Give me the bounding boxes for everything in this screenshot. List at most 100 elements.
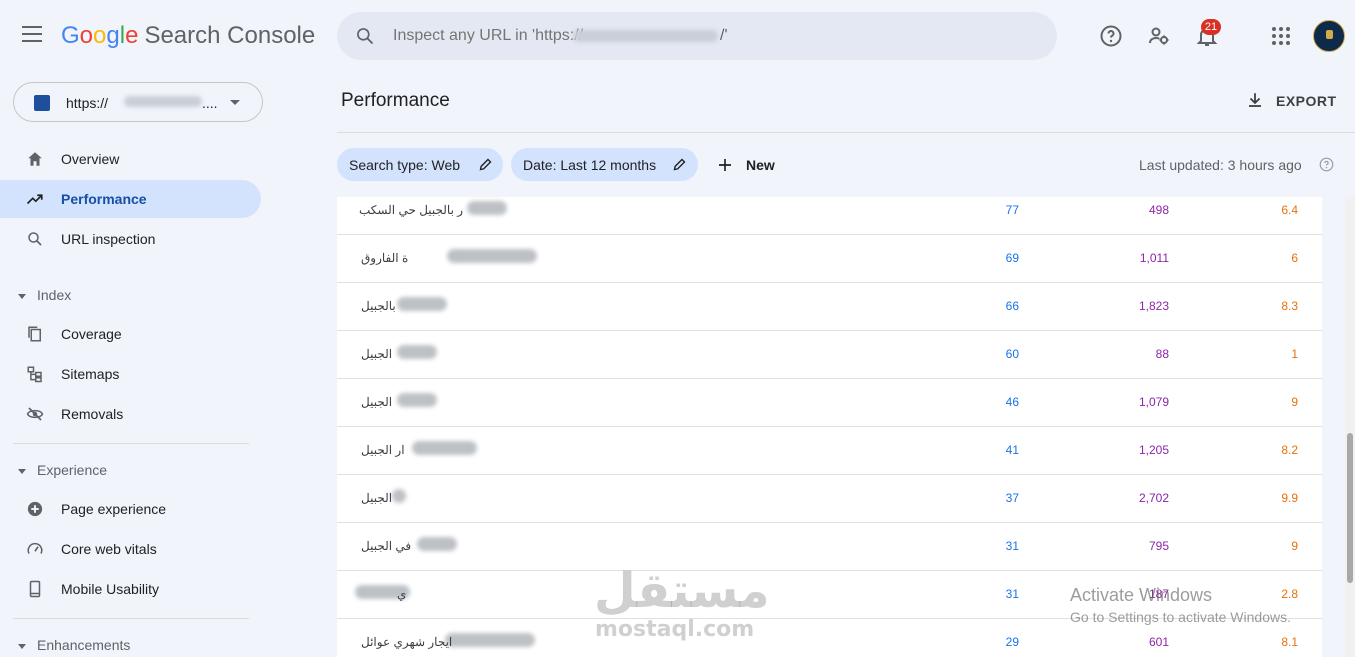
app-logo[interactable]: Google Search Console <box>61 22 315 50</box>
header-divider <box>337 132 1355 133</box>
logo-letter: e <box>125 22 139 49</box>
top-bar: GoogleSearch Console /' 21 <box>0 0 1355 72</box>
plus-circle-icon <box>27 501 43 517</box>
sidebar-item-core-web-vitals[interactable]: Core web vitals <box>0 530 261 568</box>
sidebar-item-label: Overview <box>61 151 120 167</box>
impressions-value: 601 <box>1148 635 1169 649</box>
clicks-value: 60 <box>1005 347 1019 361</box>
redacted-query <box>445 633 535 647</box>
redacted-query <box>397 297 447 311</box>
sidebar-divider <box>13 618 249 619</box>
sidebar-item-sitemaps[interactable]: Sitemaps <box>0 355 261 393</box>
account-avatar[interactable] <box>1313 20 1345 52</box>
table-row[interactable]: الجبيل 46 1,079 9 <box>337 379 1322 427</box>
phone-icon <box>29 580 41 598</box>
sidebar-item-removals[interactable]: Removals <box>0 395 261 433</box>
sidebar-item-overview[interactable]: Overview <box>0 140 261 178</box>
clicks-value: 41 <box>1005 443 1019 457</box>
activate-windows-subtitle: Go to Settings to activate Windows. <box>1070 609 1291 625</box>
query-text: بالجبيل <box>361 299 396 313</box>
query-text: ار الجبيل <box>361 443 405 457</box>
impressions-value: 1,205 <box>1138 443 1169 457</box>
table-row[interactable]: ر بالجبيل حي السكب 77 498 6.4 <box>337 197 1322 235</box>
impressions-value: 2,702 <box>1138 491 1169 505</box>
property-url-tail: .... <box>202 95 218 111</box>
impressions-value: 88 <box>1155 347 1169 361</box>
redacted-query <box>397 393 437 407</box>
watermark-logo: مستقل <box>594 563 770 619</box>
redacted-query <box>417 537 457 551</box>
help-circle-icon[interactable] <box>1319 157 1334 172</box>
position-value: 9.9 <box>1281 491 1298 505</box>
sidebar-item-label: URL inspection <box>61 231 156 247</box>
impressions-value: 1,823 <box>1138 299 1169 313</box>
redacted-query <box>392 489 406 503</box>
manage-users-icon[interactable] <box>1147 24 1171 48</box>
table-row[interactable]: ة الفاروق 69 1,011 6 <box>337 235 1322 283</box>
activate-windows-title: Activate Windows <box>1070 585 1213 605</box>
main-menu-icon[interactable] <box>22 26 42 42</box>
table-row[interactable]: بالجبيل 66 1,823 8.3 <box>337 283 1322 331</box>
redacted-query <box>467 201 507 215</box>
clicks-value: 66 <box>1005 299 1019 313</box>
sidebar-item-label: Coverage <box>61 326 122 342</box>
sidebar-item-label: Page experience <box>61 501 167 517</box>
clicks-value: 77 <box>1005 203 1019 217</box>
product-name: Search Console <box>144 22 316 49</box>
sidebar-item-page-experience[interactable]: Page experience <box>0 490 261 528</box>
sidebar-item-mobile-usability[interactable]: Mobile Usability <box>0 570 261 608</box>
edit-pencil-icon <box>673 158 686 171</box>
section-label: Index <box>37 287 72 303</box>
caret-down-icon <box>18 294 26 299</box>
copy-icon <box>28 326 41 342</box>
query-text: ايجار شهري عوائل <box>361 635 453 649</box>
clicks-value: 31 <box>1005 539 1019 553</box>
search-type-filter-chip[interactable]: Search type: Web <box>337 148 503 181</box>
speed-icon <box>27 542 43 554</box>
sidebar-item-label: Removals <box>61 406 124 422</box>
query-text: ي <box>397 587 407 601</box>
table-row[interactable]: الجبيل 60 88 1 <box>337 331 1322 379</box>
date-filter-chip[interactable]: Date: Last 12 months <box>511 148 698 181</box>
url-inspect-bar[interactable]: /' <box>337 12 1057 60</box>
sidebar-item-url-inspection[interactable]: URL inspection <box>0 220 261 258</box>
help-icon[interactable] <box>1099 24 1123 48</box>
sidebar-item-label: Core web vitals <box>61 541 157 557</box>
clicks-value: 29 <box>1005 635 1019 649</box>
redacted-query <box>397 345 437 359</box>
export-label: EXPORT <box>1276 93 1337 109</box>
query-text: الجبيل <box>361 347 393 361</box>
query-text: الجبيل <box>361 395 393 409</box>
sidebar-item-label: Sitemaps <box>61 366 120 382</box>
redacted-query <box>412 441 477 455</box>
clicks-value: 46 <box>1005 395 1019 409</box>
table-row[interactable]: في الجبيل 31 795 9 <box>337 523 1322 571</box>
logo-letter: G <box>61 22 80 49</box>
download-icon <box>1249 93 1261 107</box>
logo-letter: o <box>79 22 94 49</box>
position-value: 1 <box>1291 347 1298 361</box>
sitemap-icon <box>27 366 42 383</box>
url-inspect-placeholder-tail: /' <box>720 27 728 44</box>
position-value: 8.2 <box>1281 443 1298 457</box>
table-row[interactable]: الجبيل 37 2,702 9.9 <box>337 475 1322 523</box>
caret-down-icon <box>18 644 26 649</box>
search-icon <box>357 28 374 45</box>
property-selector[interactable]: https:// .... <box>13 82 263 122</box>
table-scrollbar[interactable] <box>1345 197 1355 657</box>
table-row[interactable]: ار الجبيل 41 1,205 8.2 <box>337 427 1322 475</box>
search-icon <box>28 232 42 246</box>
watermark-url: mostaql.com <box>595 617 755 642</box>
scrollbar-thumb[interactable] <box>1347 433 1353 583</box>
clicks-value: 37 <box>1005 491 1019 505</box>
new-filter-label: New <box>746 157 775 173</box>
position-value: 9 <box>1291 395 1298 409</box>
edit-pencil-icon <box>479 158 492 171</box>
sidebar-item-coverage[interactable]: Coverage <box>0 315 261 353</box>
apps-grid-icon[interactable] <box>1269 24 1293 48</box>
chevron-down-icon <box>230 100 240 105</box>
position-value: 6 <box>1291 251 1298 265</box>
sidebar-item-performance[interactable]: Performance <box>0 180 261 218</box>
page-title: Performance <box>341 90 450 111</box>
redacted-query <box>447 249 537 263</box>
